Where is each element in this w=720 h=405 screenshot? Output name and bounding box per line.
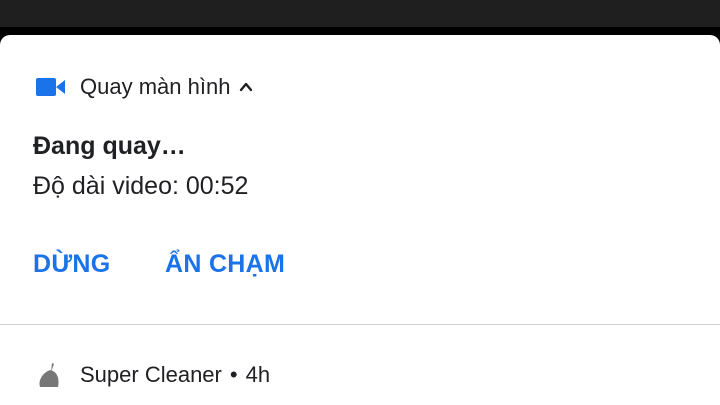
status-bar-strip (0, 0, 720, 27)
separator-dot: • (229, 362, 238, 387)
broom-icon (36, 361, 64, 389)
second-app-name: Super Cleaner (80, 362, 222, 387)
notification-time: 4h (245, 362, 271, 387)
notification-title: Đang quay… (33, 132, 186, 160)
stop-button[interactable]: DỪNG (33, 250, 111, 279)
chevron-up-icon[interactable] (238, 79, 254, 95)
divider (0, 324, 720, 325)
notification-header[interactable]: Quay màn hình (36, 73, 254, 101)
videocam-icon (36, 77, 65, 97)
notification-panel: Quay màn hình Đang quay… Độ dài video: 0… (0, 35, 720, 405)
super-cleaner-notification[interactable]: Super Cleaner • 4h (36, 360, 270, 390)
notification-text: Độ dài video: 00:52 (33, 172, 249, 200)
app-name: Quay màn hình (80, 74, 231, 99)
hide-touches-button[interactable]: ẨN CHẠM (165, 250, 285, 279)
